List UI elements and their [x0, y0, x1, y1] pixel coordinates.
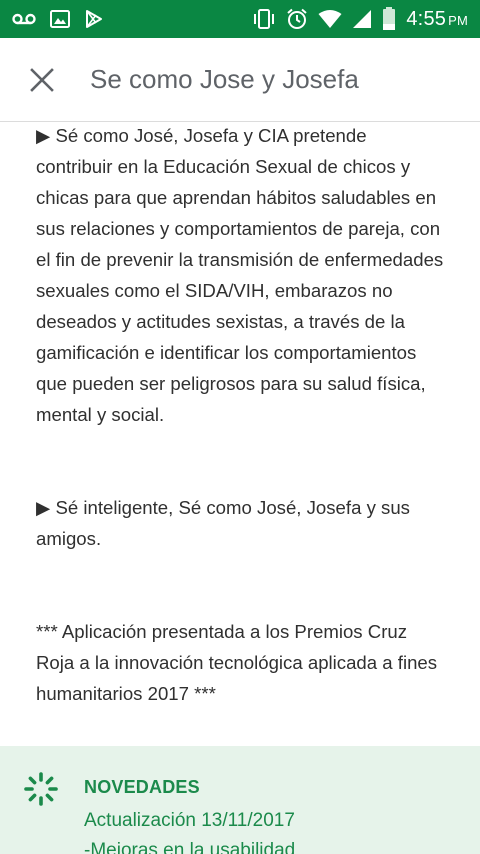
description-paragraph: ▶ Sé inteligente, Sé como José, Josefa y… — [36, 497, 410, 549]
wifi-icon — [318, 9, 342, 29]
play-store-icon — [84, 9, 104, 29]
signal-icon — [352, 9, 372, 29]
description-paragraph: *** Aplicación presentada a los Premios … — [36, 621, 438, 704]
whats-new-line: Actualización 13/11/2017 — [84, 810, 295, 831]
status-bar: 4:55 PM — [0, 0, 480, 38]
whats-new-section: NOVEDADES Actualización 13/11/2017 -Mejo… — [0, 746, 480, 854]
description-content[interactable]: ▶ Sé como José, Josefa y CIA pretende co… — [0, 122, 480, 746]
loading-spinner-icon — [24, 772, 58, 806]
status-time: 4:55 PM — [406, 7, 468, 30]
description-paragraph: ▶ Sé como José, Josefa y CIA pretende co… — [36, 125, 444, 425]
voicemail-icon — [12, 12, 36, 26]
close-button[interactable] — [14, 52, 70, 108]
battery-icon — [382, 7, 396, 31]
vibrate-icon — [252, 8, 276, 30]
image-icon — [50, 10, 70, 28]
alarm-icon — [286, 8, 308, 30]
app-bar: Se como Jose y Josefa — [0, 38, 480, 122]
whats-new-line: -Mejoras en la usabilidad — [84, 840, 296, 854]
page-title: Se como Jose y Josefa — [90, 64, 359, 94]
whats-new-heading: NOVEDADES — [84, 777, 200, 797]
close-icon — [30, 67, 54, 92]
